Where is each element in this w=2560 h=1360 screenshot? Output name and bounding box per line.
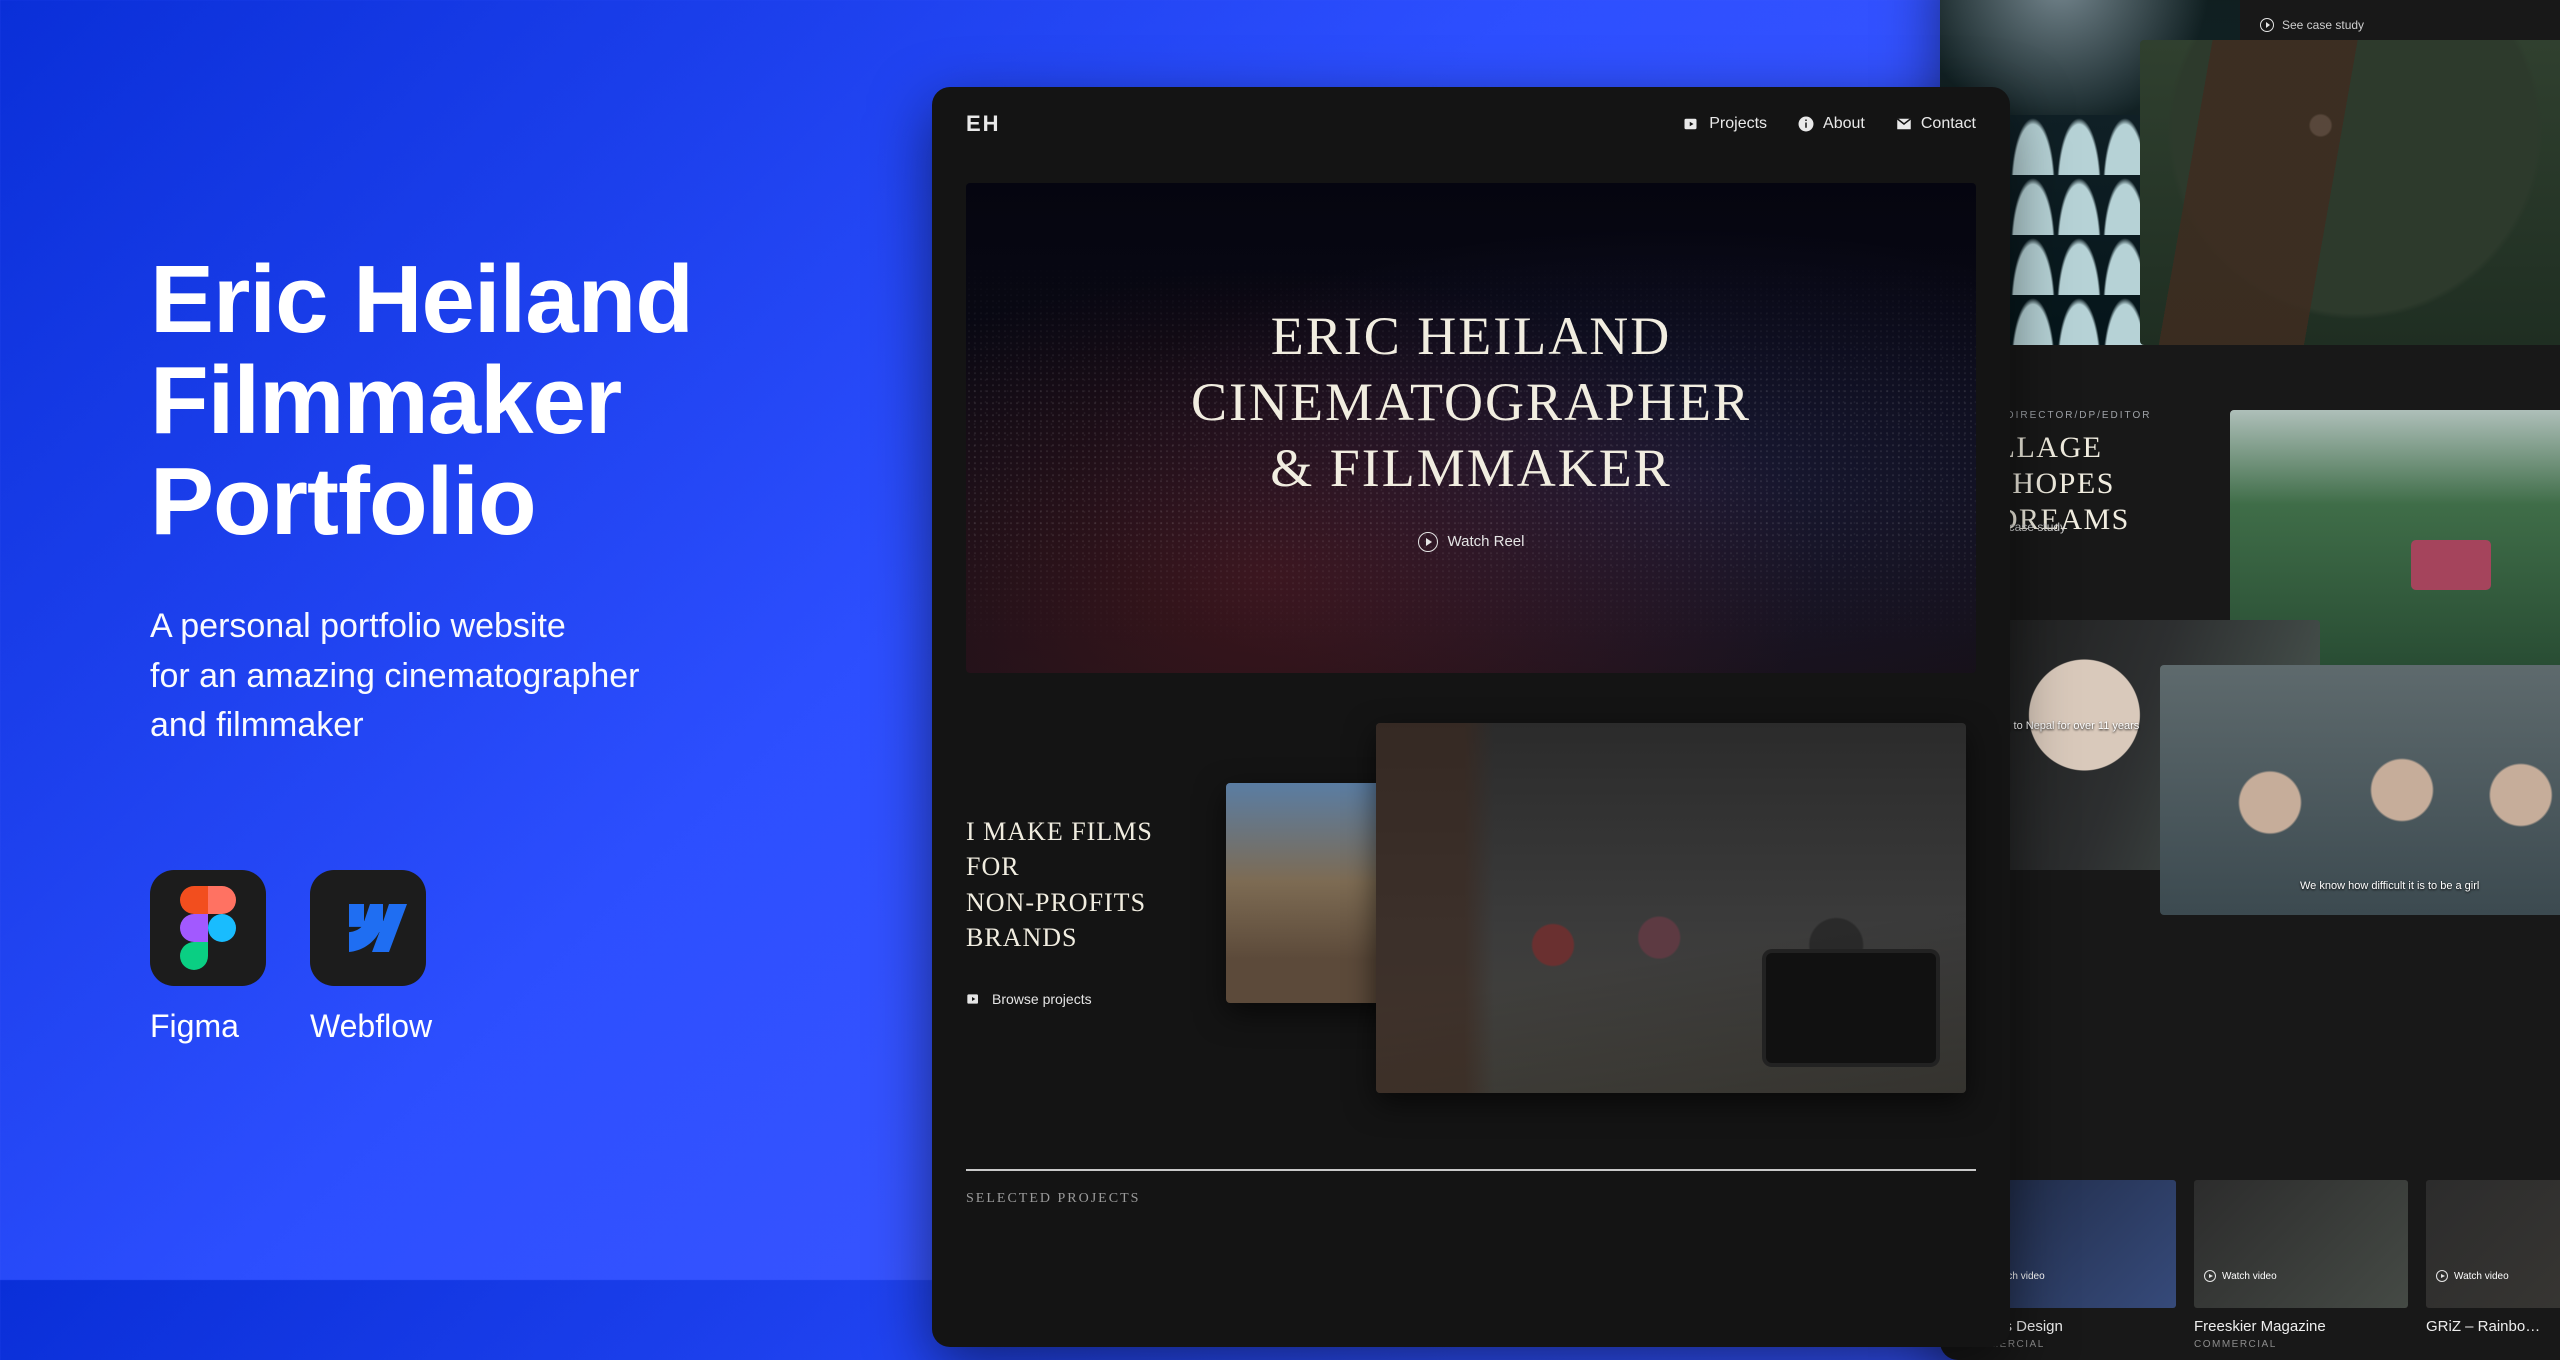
title-line: Eric Heiland <box>150 246 693 353</box>
intro-image <box>1376 723 1966 1093</box>
hero-title: ERIC HEILAND CINEMATOGRAPHER & FILMMAKER <box>1161 304 1781 502</box>
nav-contact[interactable]: Contact <box>1895 115 1976 133</box>
project-card-village[interactable]: 2022 | DIRECTOR/DP/EDITOR VILLAGE OF HOP… <box>1940 410 2560 830</box>
logo[interactable]: EH <box>966 111 1001 137</box>
promo-title: Eric Heiland Filmmaker Portfolio <box>150 250 870 552</box>
watch-video-link[interactable]: Watch video <box>2436 1270 2509 1282</box>
thumb-image <box>2426 1180 2560 1308</box>
thumb-title: GRiZ – Rainbo… <box>2426 1318 2560 1335</box>
selected-projects-label: SELECTED PROJECTS <box>966 1191 1976 1207</box>
hero-line: ERIC HEILAND <box>1271 306 1671 366</box>
portfolio-panel-home: EH Projects About Contact ERIC HEILAND C… <box>932 87 2010 1347</box>
play-icon <box>2204 1270 2216 1282</box>
project-image <box>2160 665 2560 915</box>
subtitle-line: for an amazing cinematographer <box>150 657 640 695</box>
promo-subtitle: A personal portfolio website for an amaz… <box>150 602 870 750</box>
nav-about[interactable]: About <box>1797 115 1865 133</box>
cta-label: Browse projects <box>992 991 1092 1007</box>
thumb-title: Freeskier Magazine <box>2194 1318 2408 1335</box>
portfolio-panel-projects: 2022 | DIRECTOR/DP/EDITOR CENOTES OF MAY… <box>1940 0 2560 1360</box>
project-card-cenotes[interactable]: 2022 | DIRECTOR/DP/EDITOR CENOTES OF MAY… <box>1940 0 2560 270</box>
watch-video-link[interactable]: Watch video <box>2204 1270 2277 1282</box>
nav-projects[interactable]: Projects <box>1683 115 1767 133</box>
intro-section: I MAKE FILMS FOR NON-PROFITS BRANDS Brow… <box>966 723 1976 1103</box>
cta-label: Watch Reel <box>1448 533 1525 550</box>
mail-icon <box>1895 115 1913 133</box>
tool-webflow: Webflow <box>310 870 432 1045</box>
title-line: Filmmaker <box>150 347 621 454</box>
thumb-image <box>2194 1180 2408 1308</box>
project-thumbnails: Watch video …liams Design COMMERCIAL Wat… <box>1940 1180 2560 1350</box>
subtitle-line: and filmmaker <box>150 706 364 744</box>
tool-label: Figma <box>150 1008 239 1045</box>
case-study-link[interactable]: See case study <box>2260 18 2364 32</box>
caption-overlay: We know how difficult it is to be a girl <box>2300 880 2479 892</box>
divider <box>966 1169 1976 1171</box>
hero-line: CINEMATOGRAPHER <box>1191 372 1751 432</box>
figma-icon <box>150 870 266 986</box>
subtitle-line: A personal portfolio website <box>150 607 566 645</box>
video-icon <box>966 991 982 1007</box>
nav-label: Projects <box>1709 115 1767 133</box>
play-icon <box>2436 1270 2448 1282</box>
thumb-category: COMMERCIAL <box>2194 1339 2408 1350</box>
nav-label: About <box>1823 115 1865 133</box>
info-icon <box>1797 115 1815 133</box>
intro-title: I MAKE FILMS FOR NON-PROFITS BRANDS <box>966 814 1206 954</box>
webflow-icon <box>310 870 426 986</box>
hero-section: ERIC HEILAND CINEMATOGRAPHER & FILMMAKER… <box>966 183 1976 673</box>
intro-text: I MAKE FILMS FOR NON-PROFITS BRANDS Brow… <box>966 814 1226 1011</box>
link-label: See case study <box>2282 18 2364 32</box>
tools-row: Figma Webflow <box>150 870 870 1045</box>
play-icon <box>2260 18 2274 32</box>
top-nav: EH Projects About Contact <box>932 87 2010 161</box>
thumb-card[interactable]: Watch video Freeskier Magazine COMMERCIA… <box>2194 1180 2408 1350</box>
watch-reel-button[interactable]: Watch Reel <box>1418 532 1525 552</box>
video-icon <box>1683 115 1701 133</box>
thumb-card[interactable]: Watch video GRiZ – Rainbo… <box>2426 1180 2560 1350</box>
play-icon <box>1418 532 1438 552</box>
tool-figma: Figma <box>150 870 266 1045</box>
title-line: Portfolio <box>150 448 536 555</box>
hero-line: & FILMMAKER <box>1270 438 1672 498</box>
title-line: I MAKE FILMS FOR <box>966 817 1153 881</box>
tool-label: Webflow <box>310 1008 432 1045</box>
intro-image-stack <box>1226 723 1976 1103</box>
title-line: NON-PROFITS BRANDS <box>966 888 1146 952</box>
browse-projects-button[interactable]: Browse projects <box>966 991 1092 1007</box>
nav-links: Projects About Contact <box>1683 115 1976 133</box>
nav-label: Contact <box>1921 115 1976 133</box>
promo-text-block: Eric Heiland Filmmaker Portfolio A perso… <box>150 250 870 1045</box>
project-image <box>2140 40 2560 345</box>
